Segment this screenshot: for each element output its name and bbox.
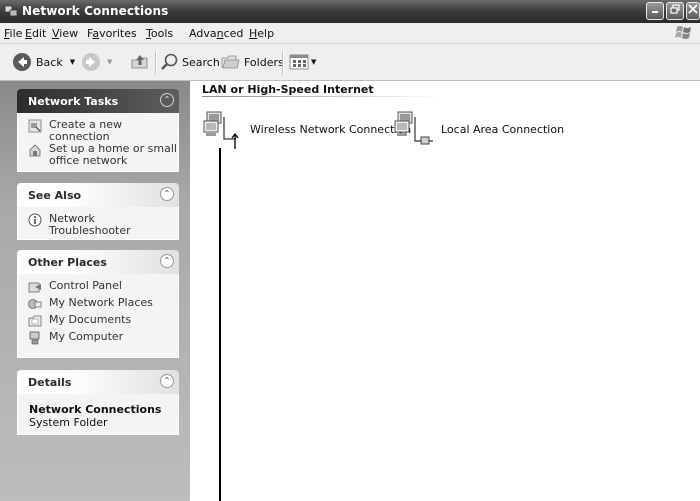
place-control-panel-label: Control Panel [49, 279, 122, 292]
search-label: Search [182, 55, 220, 69]
local-area-connection-icon [394, 111, 433, 145]
collapse-chevron-icon[interactable]: ⌃ [160, 254, 174, 268]
restore-icon [670, 4, 680, 14]
minimize-icon [652, 11, 658, 13]
windows-logo-icon [675, 26, 691, 39]
other-places-title: Other Places [28, 256, 107, 269]
menu-edit[interactable]: Edit [25, 27, 46, 40]
my-documents-icon [28, 315, 42, 327]
up-button[interactable] [130, 51, 150, 73]
network-tasks-group: Network Tasks ⌃ Create a new connection … [17, 89, 179, 172]
task-create-connection-label: Create a new connection [49, 118, 123, 143]
restore-button[interactable] [666, 2, 684, 20]
forward-button[interactable]: ▼ [81, 51, 112, 73]
back-label: Back [36, 55, 63, 69]
menu-favorites[interactable]: Favorites [87, 27, 137, 40]
close-button[interactable] [686, 2, 700, 20]
network-tasks-body: Create a new connection Set up a home or… [17, 113, 179, 172]
details-body: Network Connections System Folder [17, 394, 179, 435]
search-icon [161, 53, 178, 70]
place-my-computer[interactable]: My Computer [18, 331, 178, 348]
toolbar-separator [282, 51, 284, 74]
section-divider [202, 96, 442, 97]
wireless-connection-item[interactable]: Wireless Network Connection [202, 109, 411, 149]
task-pane: Network Tasks ⌃ Create a new connection … [0, 81, 190, 501]
main-content: LAN or High-Speed Internet Wireless Netw… [190, 81, 700, 501]
info-icon [28, 213, 42, 227]
home-network-icon [29, 144, 41, 157]
task-home-network-label: Set up a home or small office network [49, 142, 177, 167]
views-dropdown-icon[interactable]: ▼ [311, 58, 316, 66]
folders-label: Folders [244, 55, 284, 69]
network-tasks-header[interactable]: Network Tasks ⌃ [17, 89, 179, 113]
my-computer-icon [29, 331, 40, 345]
title-bar[interactable]: Network Connections [0, 0, 700, 23]
resize-drag-line [219, 148, 221, 501]
other-places-body: Control Panel My Network Places My Docum… [17, 274, 179, 358]
task-home-network[interactable]: Set up a home or small office network [18, 143, 178, 167]
details-name: Network Connections [29, 403, 162, 416]
place-my-documents-label: My Documents [49, 313, 132, 326]
details-header[interactable]: Details ⌃ [17, 370, 179, 394]
toolbar-separator [155, 51, 157, 74]
details-type: System Folder [29, 416, 108, 429]
see-also-header[interactable]: See Also ⌃ [17, 183, 179, 207]
standard-toolbar: Back ▼ ▼ Search Folders ▼ [0, 44, 700, 81]
new-connection-icon [28, 119, 42, 133]
menu-advanced[interactable]: Advanced [189, 27, 243, 40]
views-button[interactable]: ▼ [289, 51, 316, 73]
place-my-documents[interactable]: My Documents [18, 314, 178, 331]
menu-bar: File Edit View Favorites Tools Advanced … [0, 23, 700, 44]
menu-tools[interactable]: Tools [146, 27, 173, 40]
section-title: LAN or High-Speed Internet [202, 83, 374, 96]
details-group: Details ⌃ Network Connections System Fol… [17, 370, 179, 435]
collapse-chevron-icon[interactable]: ⌃ [160, 374, 174, 388]
network-connections-icon [4, 5, 18, 17]
menu-view[interactable]: View [52, 27, 78, 40]
minimize-button[interactable] [646, 2, 664, 20]
place-control-panel[interactable]: Control Panel [18, 280, 178, 297]
forward-arrow-icon [82, 53, 100, 71]
place-my-computer-label: My Computer [49, 330, 124, 343]
collapse-chevron-icon[interactable]: ⌃ [160, 187, 174, 201]
back-dropdown-icon[interactable]: ▼ [70, 58, 75, 66]
menu-file[interactable]: File [4, 27, 22, 40]
close-icon [688, 4, 698, 14]
back-button[interactable]: Back ▼ [12, 51, 75, 73]
place-my-network-places-label: My Network Places [49, 296, 153, 309]
window-title: Network Connections [22, 4, 169, 18]
task-network-troubleshooter[interactable]: Network Troubleshooter [18, 213, 178, 237]
folders-button[interactable]: Folders [221, 51, 284, 73]
back-arrow-icon [13, 53, 31, 71]
menu-help[interactable]: Help [249, 27, 274, 40]
folders-icon [221, 55, 240, 69]
search-button[interactable]: Search [160, 51, 220, 73]
task-network-troubleshooter-label: Network Troubleshooter [49, 212, 131, 237]
up-folder-icon [131, 55, 148, 69]
task-create-connection[interactable]: Create a new connection [18, 119, 178, 143]
forward-dropdown-icon[interactable]: ▼ [107, 58, 112, 66]
local-area-connection-item[interactable]: Local Area Connection [393, 109, 564, 149]
local-area-connection-label: Local Area Connection [441, 122, 565, 136]
control-panel-icon [28, 282, 41, 293]
details-title: Details [28, 376, 72, 389]
network-tasks-title: Network Tasks [28, 95, 119, 108]
place-my-network-places[interactable]: My Network Places [18, 297, 178, 314]
see-also-group: See Also ⌃ Network Troubleshooter [17, 183, 179, 240]
collapse-chevron-icon[interactable]: ⌃ [160, 93, 174, 107]
network-places-icon [28, 299, 42, 309]
other-places-header[interactable]: Other Places ⌃ [17, 250, 179, 274]
other-places-group: Other Places ⌃ Control Panel My Network … [17, 250, 179, 358]
see-also-title: See Also [28, 189, 82, 202]
views-icon [289, 54, 309, 70]
see-also-body: Network Troubleshooter [17, 207, 179, 240]
wireless-connection-icon [203, 111, 239, 149]
wireless-connection-label: Wireless Network Connection [250, 122, 412, 136]
